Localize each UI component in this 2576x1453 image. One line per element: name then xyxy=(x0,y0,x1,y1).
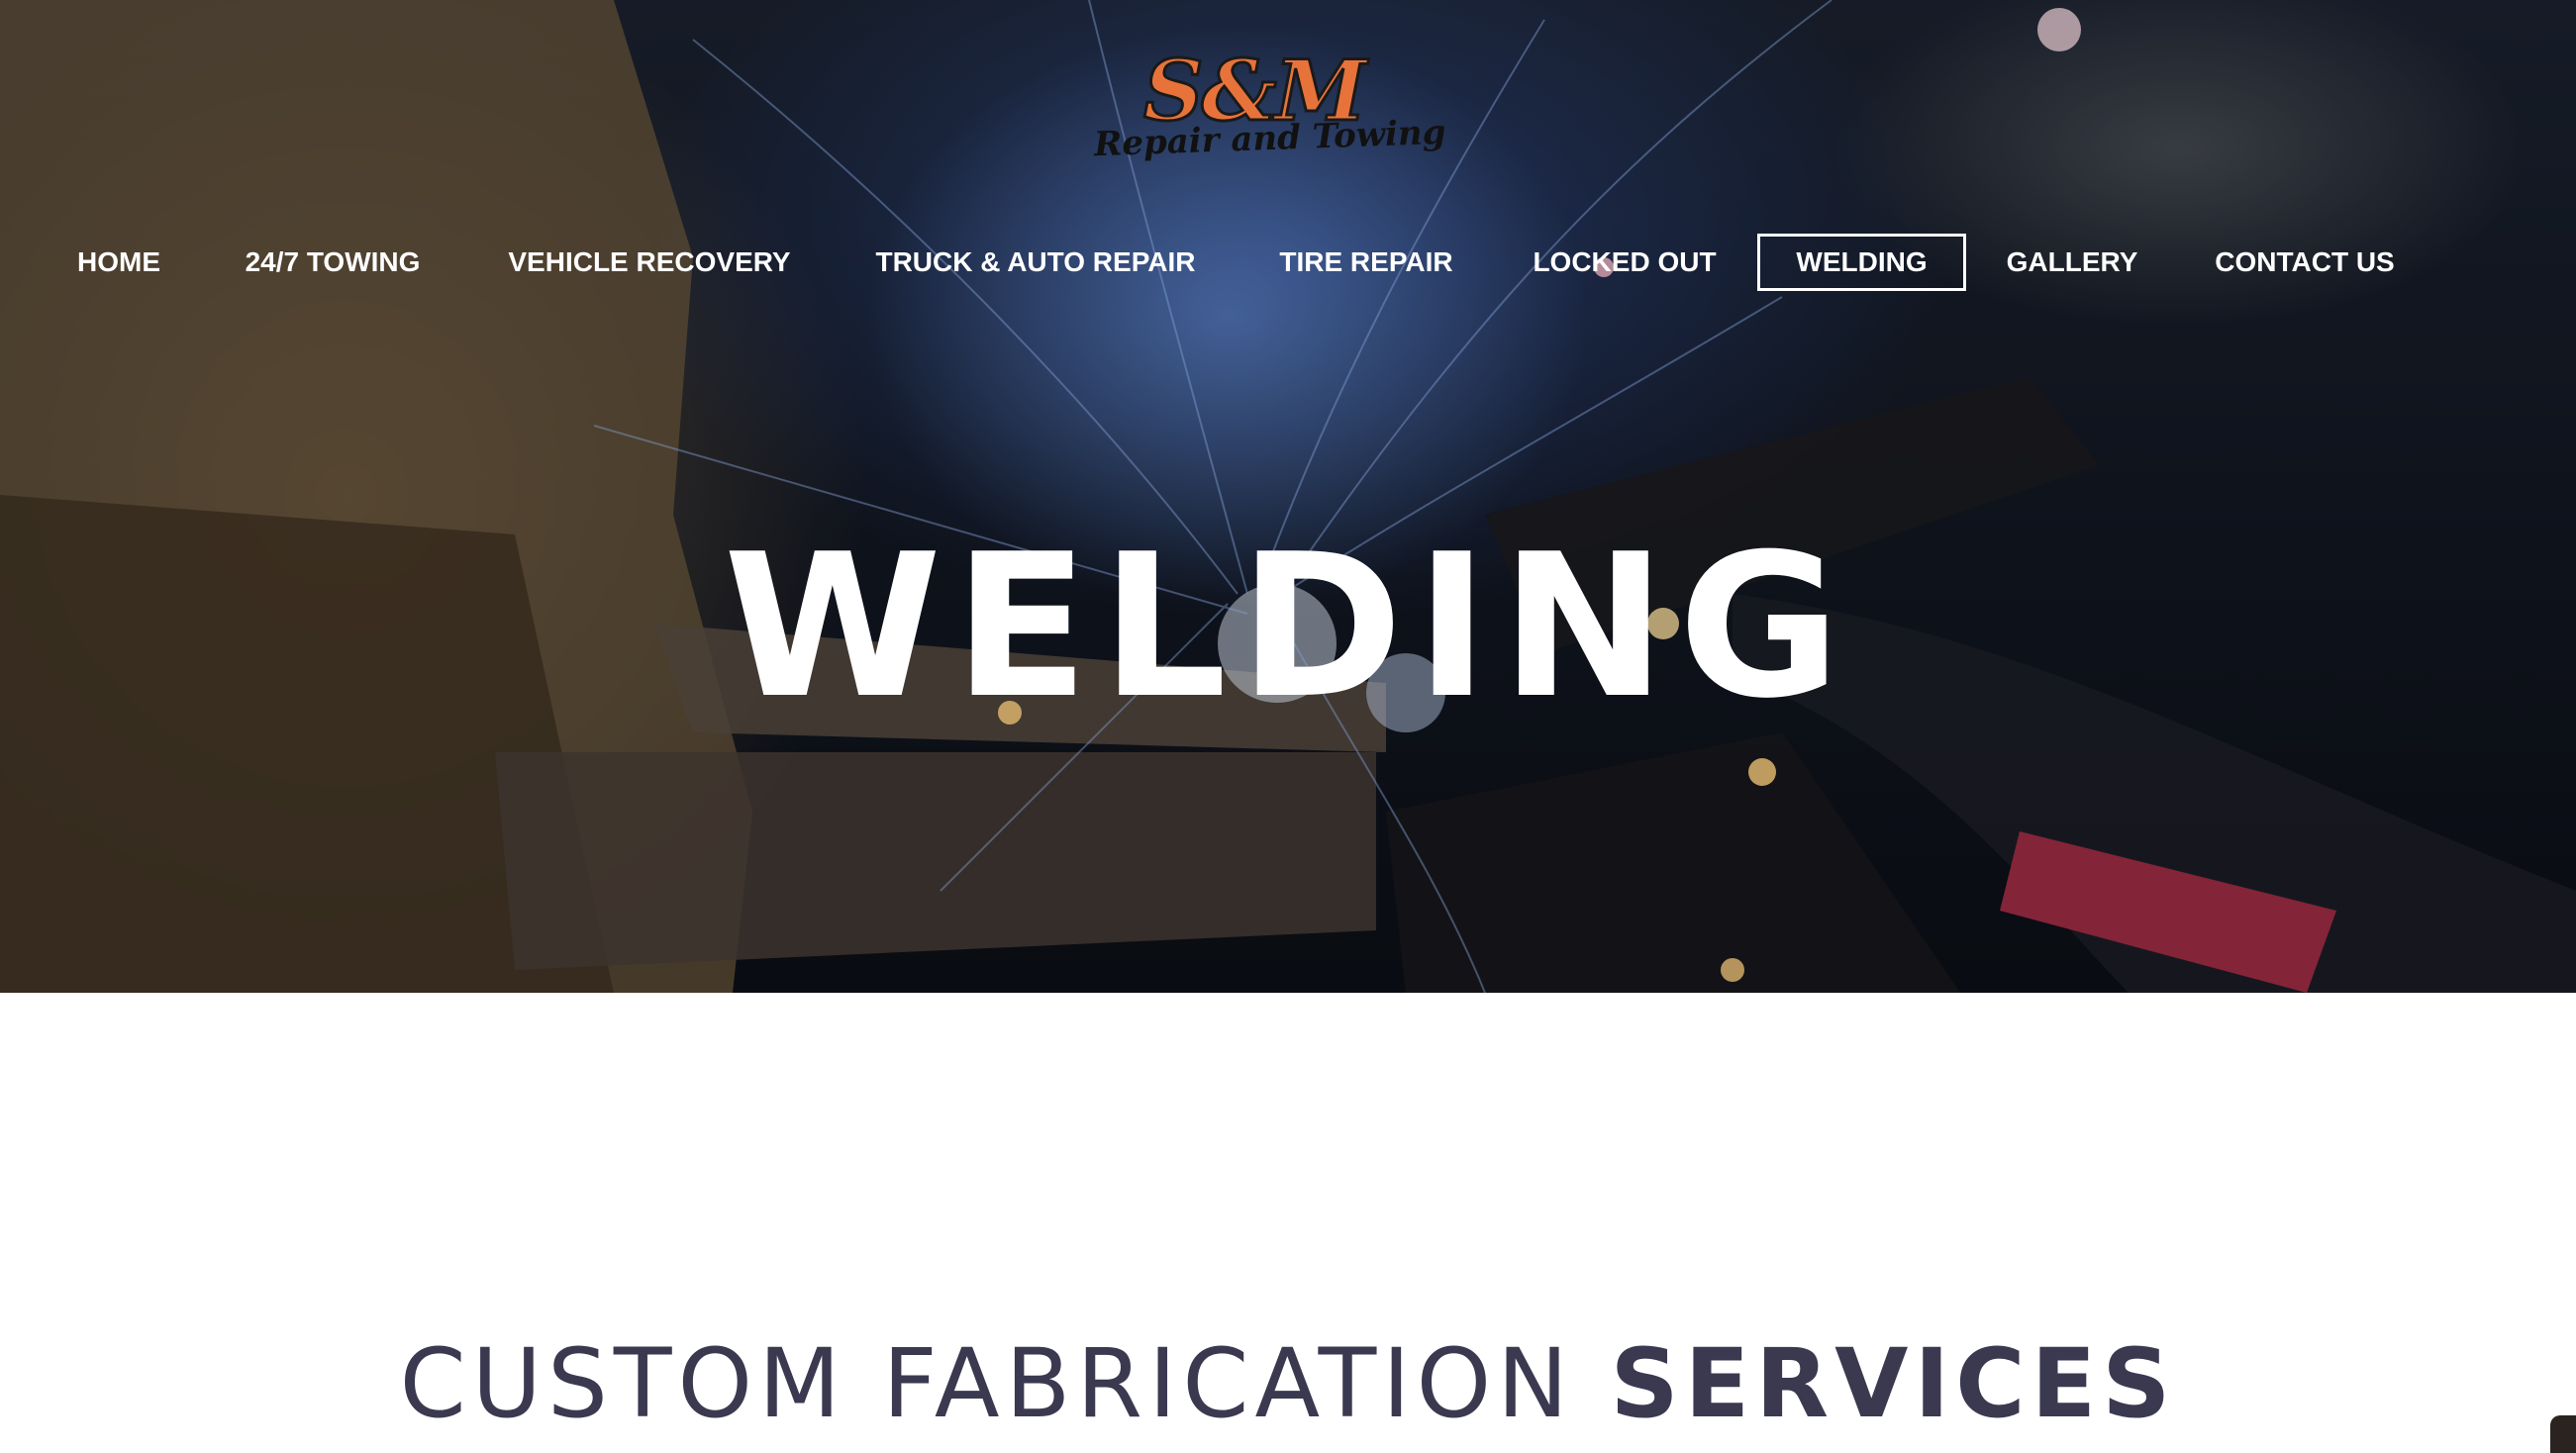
page-title: WELDING xyxy=(723,512,1853,742)
nav-item-locked-out[interactable]: LOCKED OUT xyxy=(1526,234,1724,291)
hero-banner: S&M Repair and Towing HOME 24/7 TOWING V… xyxy=(0,0,2576,993)
main-navigation: HOME 24/7 TOWING VEHICLE RECOVERY TRUCK … xyxy=(0,234,2576,291)
section-heading: CUSTOM FABRICATION SERVICES xyxy=(0,1336,2576,1431)
section-heading-bold: SERVICES xyxy=(1610,1327,2177,1439)
nav-item-contact-us[interactable]: CONTACT US xyxy=(2208,234,2402,291)
nav-item-vehicle-recovery[interactable]: VEHICLE RECOVERY xyxy=(501,234,798,291)
site-logo[interactable]: S&M Repair and Towing xyxy=(1084,48,1446,164)
nav-item-gallery[interactable]: GALLERY xyxy=(2002,234,2142,291)
nav-item-tire-repair[interactable]: TIRE REPAIR xyxy=(1272,234,1460,291)
nav-item-home[interactable]: HOME xyxy=(69,234,168,291)
chat-widget-tab[interactable] xyxy=(2550,1415,2576,1453)
section-heading-light: CUSTOM FABRICATION xyxy=(399,1327,1611,1439)
nav-item-truck-auto-repair[interactable]: TRUCK & AUTO REPAIR xyxy=(865,234,1206,291)
nav-item-welding[interactable]: WELDING xyxy=(1757,234,1966,291)
nav-item-towing[interactable]: 24/7 TOWING xyxy=(230,234,436,291)
